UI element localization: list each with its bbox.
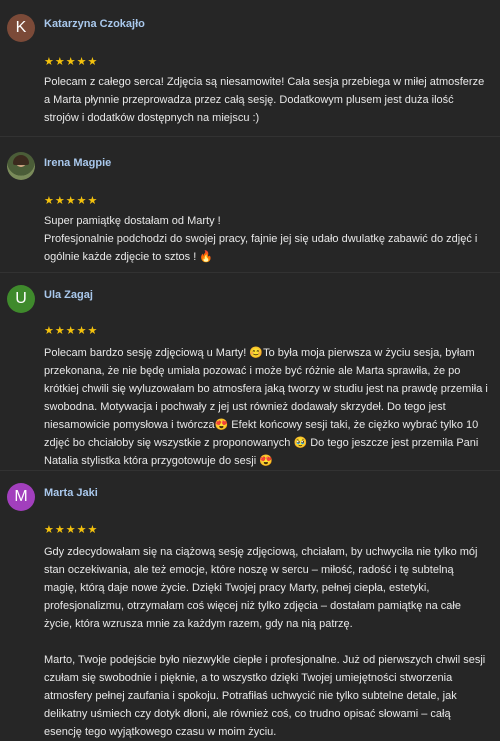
avatar-photo-icon <box>13 155 29 165</box>
divider <box>0 136 500 137</box>
review-text: Gdy zdecydowałam się na ciążową sesję zd… <box>44 546 486 738</box>
review-author[interactable]: Marta Jaki <box>44 487 98 499</box>
star-rating: ★★★★★ <box>44 195 99 207</box>
avatar-letter: U <box>15 290 27 307</box>
review-text: Polecam z całego serca! Zdjęcia są niesa… <box>44 76 485 124</box>
star-rating: ★★★★★ <box>44 325 99 337</box>
review-text: Polecam bardzo sesję zdjęciową u Marty! … <box>44 347 488 467</box>
divider <box>0 272 500 273</box>
avatar-letter: K <box>15 19 27 36</box>
star-rating: ★★★★★ <box>44 56 99 68</box>
avatar-letter: M <box>14 488 28 505</box>
avatar[interactable]: U <box>7 285 35 313</box>
avatar[interactable] <box>7 152 35 180</box>
review-author[interactable]: Katarzyna Czokajło <box>44 18 145 30</box>
review-author[interactable]: Irena Magpie <box>44 157 111 169</box>
review-author[interactable]: Ula Zagaj <box>44 289 93 301</box>
avatar[interactable]: K <box>7 14 35 42</box>
divider <box>0 470 500 471</box>
review-text: Super pamiątkę dostałam od Marty ! Profe… <box>44 215 478 263</box>
star-rating: ★★★★★ <box>44 524 99 536</box>
avatar[interactable]: M <box>7 483 35 511</box>
